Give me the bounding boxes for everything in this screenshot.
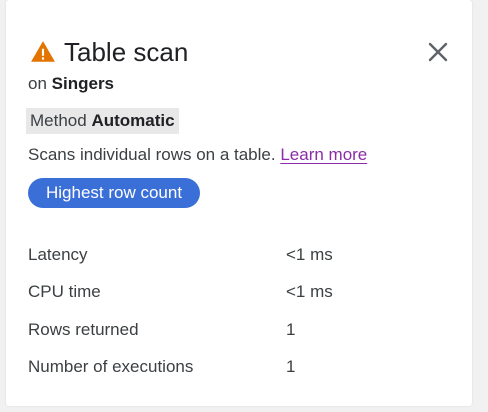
warning-icon [31,41,55,62]
metrics-list: Latency <1 ms CPU time <1 ms Rows return… [28,236,448,386]
metric-row-executions: Number of executions 1 [28,349,448,387]
method-value: Automatic [91,111,175,130]
method-label: Method [30,111,87,130]
table-name: Singers [51,74,115,93]
description-text: Scans individual rows on a table. [28,145,276,164]
details-panel: Table scan on Singers Method Automatic S… [6,0,472,406]
metric-value: <1 ms [286,282,333,302]
panel-title: Table scan [64,37,189,67]
method-field: Method Automatic [26,108,179,134]
metric-label: Number of executions [28,357,194,377]
table-reference: on Singers [28,74,114,94]
metric-label: Rows returned [28,319,139,339]
highest-row-count-badge[interactable]: Highest row count [28,178,201,208]
metric-label: CPU time [28,282,101,302]
metric-row-latency: Latency <1 ms [28,236,448,274]
description: Scans individual rows on a table. Learn … [28,145,367,165]
metric-value: 1 [286,319,296,339]
metric-value: <1 ms [286,244,333,264]
metric-row-cpu-time: CPU time <1 ms [28,274,448,312]
metric-value: 1 [286,357,296,377]
on-prefix: on [28,74,47,93]
metric-row-rows-returned: Rows returned 1 [28,311,448,349]
learn-more-link[interactable]: Learn more [280,145,367,164]
metric-label: Latency [28,244,88,264]
close-icon[interactable] [426,40,450,64]
panel-header: Table scan [30,32,188,72]
